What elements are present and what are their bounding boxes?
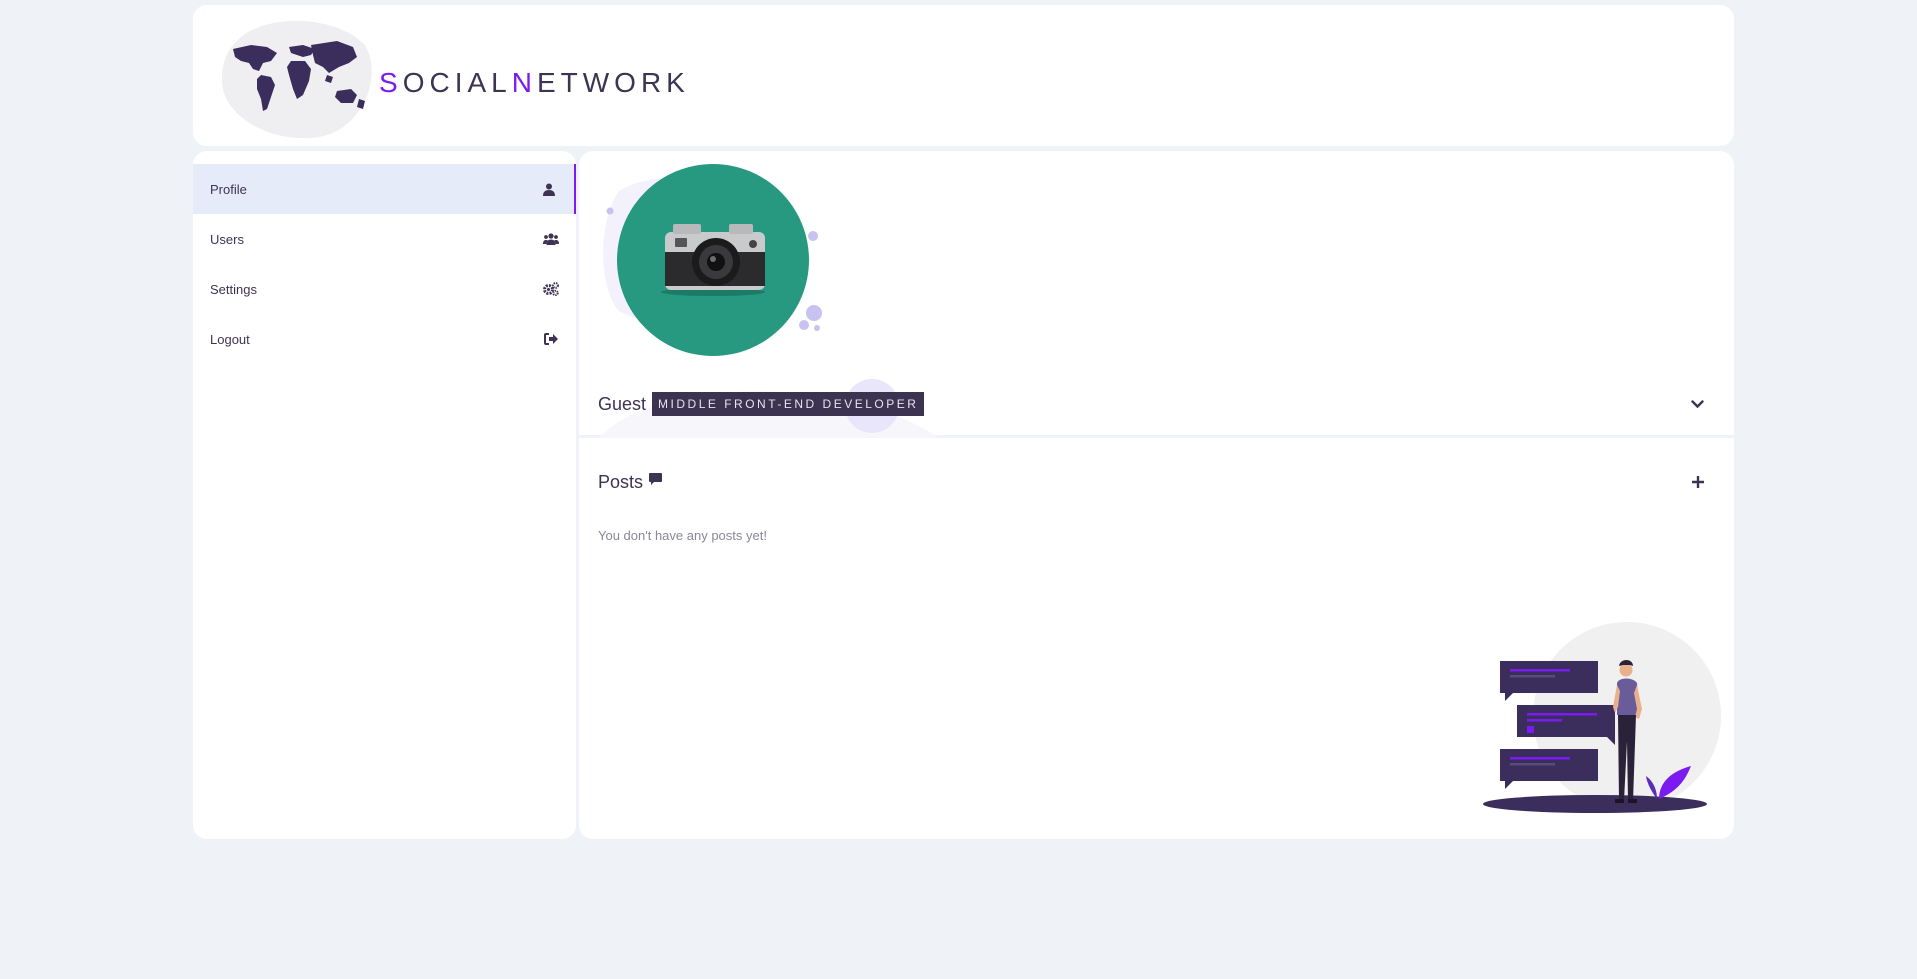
main-content: Guest MIDDLE FRONT-END DEVELOPER Posts Y…: [579, 151, 1734, 839]
chevron-down-icon: [1690, 399, 1704, 408]
logo-text: SOCIALNETWORK: [379, 67, 690, 99]
logo[interactable]: SOCIALNETWORK: [219, 19, 685, 139]
world-map-icon: [221, 20, 372, 139]
sidebar-item-label: Settings: [210, 281, 257, 297]
plus-icon: [1692, 476, 1704, 488]
role-badge: MIDDLE FRONT-END DEVELOPER: [652, 392, 925, 416]
logo-text-etwork: ETWORK: [536, 67, 690, 98]
user-info: Guest MIDDLE FRONT-END DEVELOPER: [598, 392, 925, 416]
profile-avatar[interactable]: [617, 164, 809, 356]
sidebar: Profile Users Settings Logout: [193, 151, 576, 839]
sidebar-item-logout[interactable]: Logout: [193, 314, 576, 364]
empty-posts-message: You don't have any posts yet!: [598, 528, 767, 543]
expand-profile-button[interactable]: [1688, 395, 1706, 413]
logo-text-ocial: OCIAL: [402, 67, 512, 98]
add-post-button[interactable]: [1688, 472, 1708, 492]
camera-image: [661, 224, 765, 296]
sidebar-item-profile[interactable]: Profile: [193, 164, 576, 214]
posts-header: Posts: [598, 472, 663, 493]
sidebar-item-label: Profile: [210, 181, 247, 197]
sidebar-item-label: Logout: [210, 331, 250, 347]
user-name: Guest: [598, 393, 647, 414]
sign-out-icon: [543, 331, 559, 347]
posts-title: Posts: [598, 472, 644, 492]
chat-illustration: [1483, 622, 1721, 813]
header: SOCIALNETWORK: [193, 5, 1734, 146]
sidebar-item-label: Users: [210, 231, 244, 247]
user-icon: [541, 181, 557, 197]
sidebar-item-users[interactable]: Users: [193, 214, 576, 264]
posts-section: Posts You don't have any posts yet!: [579, 438, 1734, 836]
sidebar-item-settings[interactable]: Settings: [193, 264, 576, 314]
sidebar-nav: Profile Users Settings Logout: [193, 164, 576, 364]
logo-letter-s: S: [379, 67, 403, 98]
profile-section: Guest MIDDLE FRONT-END DEVELOPER: [579, 151, 1734, 438]
gears-icon: [543, 281, 559, 297]
users-icon: [543, 231, 559, 247]
comment-icon: [649, 473, 663, 485]
logo-letter-n: N: [511, 67, 537, 98]
